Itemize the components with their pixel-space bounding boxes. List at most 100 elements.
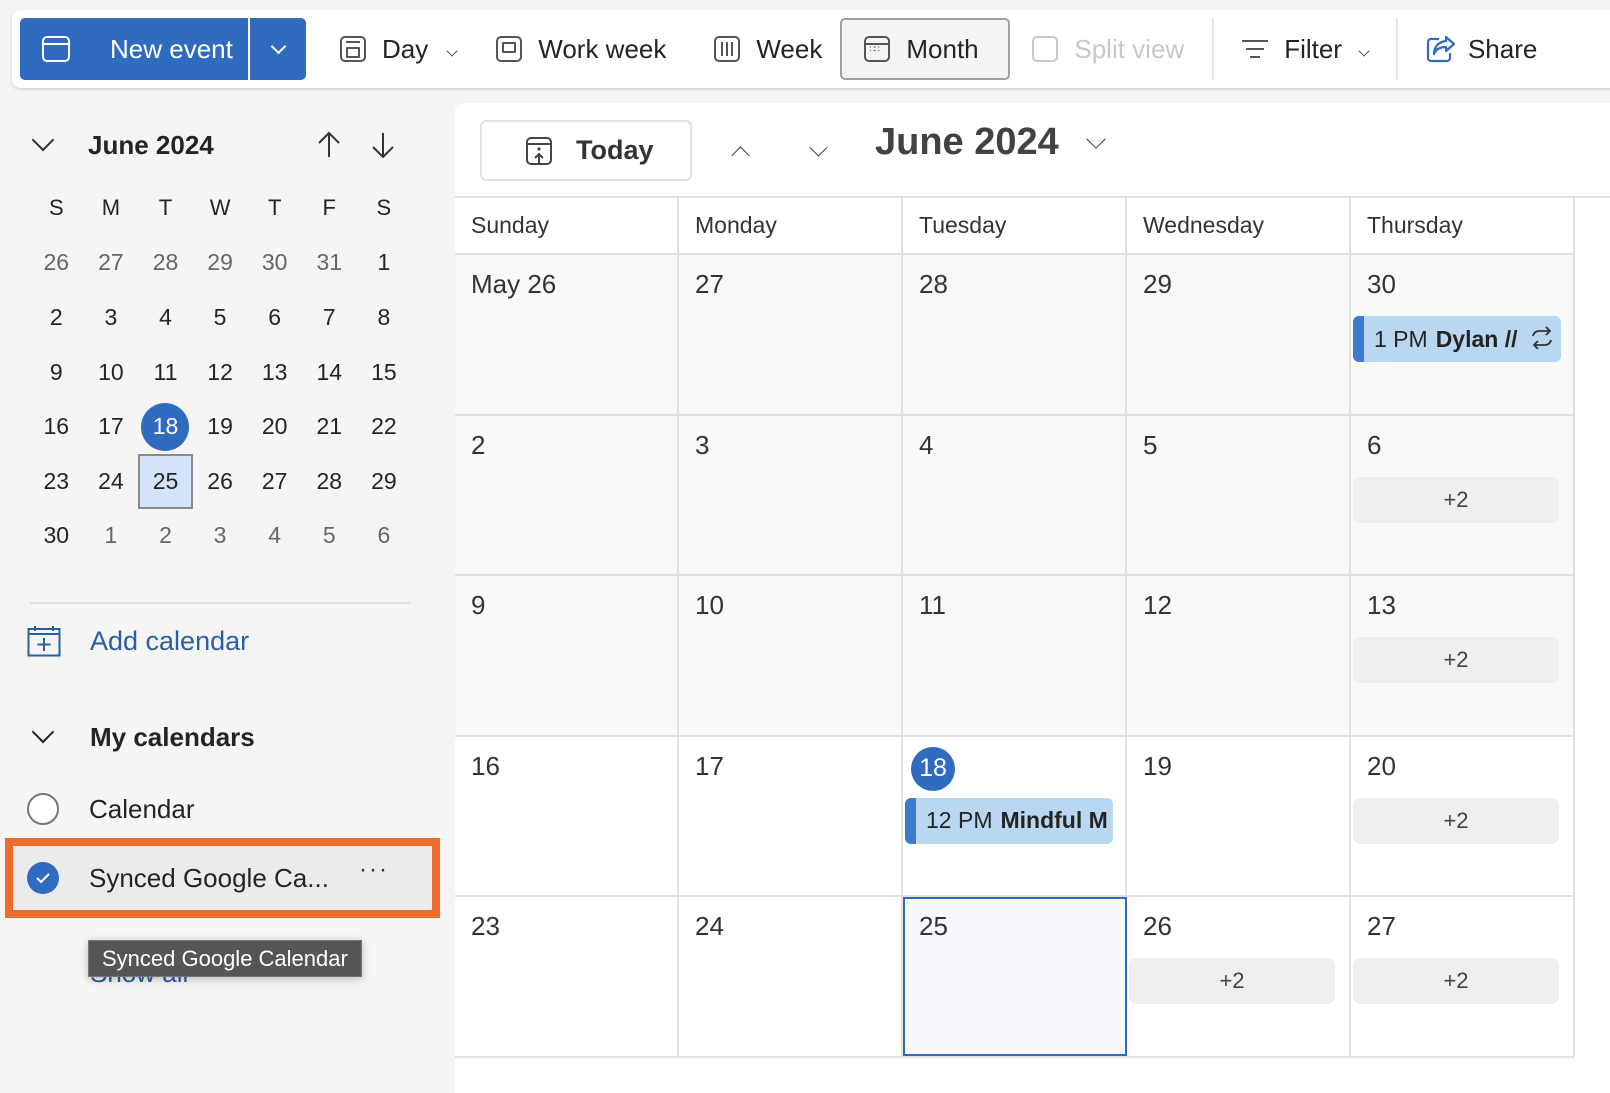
day-cell[interactable]: 27 [679,255,903,414]
more-events-button[interactable]: +2 [1353,476,1559,523]
mini-calendar-day[interactable]: 6 [357,509,412,564]
mini-calendar-collapse-button[interactable] [28,128,58,152]
day-cell[interactable]: 9 [455,576,679,735]
day-cell[interactable]: 6 +2 [1351,415,1575,575]
day-cell[interactable]: 3 [679,415,903,575]
mini-calendar-today[interactable]: 18 [138,399,193,454]
previous-month-button[interactable] [720,133,760,169]
month-view-button[interactable]: Month [840,18,1011,80]
next-month-button[interactable] [368,129,398,161]
day-cell[interactable]: 19 [1127,736,1351,896]
mini-calendar-day[interactable]: 26 [193,454,248,509]
today-button[interactable]: Today [480,120,692,181]
day-cell[interactable]: 28 [903,255,1127,414]
new-event-button[interactable]: New event [20,18,248,80]
mini-calendar-day[interactable]: 4 [247,509,302,564]
day-cell[interactable]: May 26 [455,255,679,414]
mini-calendar-day[interactable]: 16 [29,399,84,454]
day-cell[interactable]: 26 +2 [1127,897,1351,1056]
mini-calendar-day[interactable]: 30 [29,509,84,564]
day-cell[interactable]: 30 1 PM Dylan // [1351,255,1575,414]
mini-calendar-day[interactable]: 19 [193,399,248,454]
next-month-button[interactable] [798,133,838,169]
previous-month-button[interactable] [314,129,344,161]
add-calendar-button[interactable]: Add calendar [27,620,249,662]
more-events-button[interactable]: +2 [1353,958,1559,1005]
mini-calendar-day[interactable]: 20 [247,399,302,454]
mini-calendar-day[interactable]: 27 [247,454,302,509]
day-cell[interactable]: 5 [1127,415,1351,575]
day-cell[interactable]: 13 +2 [1351,576,1575,735]
mini-calendar-day[interactable]: 12 [193,345,248,400]
week-view-button[interactable]: Week [702,18,834,80]
mini-calendar-day[interactable]: 10 [84,345,139,400]
more-events-button[interactable]: +2 [1353,637,1559,684]
calendar-checkbox-checked[interactable] [27,862,59,894]
filter-button[interactable]: Filter [1230,18,1380,80]
mini-calendar-day[interactable]: 6 [247,290,302,345]
mini-calendar-day[interactable]: 7 [302,290,357,345]
share-button[interactable]: Share [1414,18,1549,80]
mini-calendar-day[interactable]: 21 [302,399,357,454]
mini-calendar-day[interactable]: 27 [84,236,139,291]
split-view-button[interactable]: Split view [1020,18,1196,80]
mini-calendar-day[interactable]: 5 [302,509,357,564]
day-cell[interactable]: 20 +2 [1351,736,1575,896]
day-cell-selected[interactable]: 25 [903,897,1127,1056]
mini-calendar-day[interactable]: 11 [138,345,193,400]
mini-calendar-day[interactable]: 13 [247,345,302,400]
day-view-button[interactable]: Day [328,18,468,80]
day-cell[interactable]: 23 [455,897,679,1056]
day-cell[interactable]: 16 [455,736,679,896]
calendar-checkbox[interactable] [27,793,59,825]
day-cell[interactable]: 27 +2 [1351,897,1575,1056]
mini-calendar-day[interactable]: 29 [357,454,412,509]
mini-calendar-day[interactable]: 8 [357,290,412,345]
day-view-dropdown[interactable] [446,31,458,62]
day-cell[interactable]: 2 [455,415,679,575]
new-event-dropdown-button[interactable] [250,18,306,80]
mini-calendar-day[interactable]: 3 [193,509,248,564]
calendar-event[interactable]: 1 PM Dylan // [1353,316,1561,362]
mini-calendar-day[interactable]: 14 [302,345,357,400]
mini-calendar-day[interactable]: 30 [247,236,302,291]
mini-calendar-day[interactable]: 31 [302,236,357,291]
day-cell[interactable]: 29 [1127,255,1351,414]
mini-calendar-day[interactable]: 1 [84,509,139,564]
mini-calendar-day[interactable]: 17 [84,399,139,454]
my-calendars-toggle[interactable]: My calendars [28,716,255,758]
day-cell[interactable]: 4 [903,415,1127,575]
more-events-button[interactable]: +2 [1353,797,1559,844]
mini-calendar-day[interactable]: 26 [29,236,84,291]
mini-calendar-day[interactable]: 3 [84,290,139,345]
mini-calendar-day[interactable]: 15 [357,345,412,400]
mini-calendar-day[interactable]: 28 [138,236,193,291]
mini-calendar-day[interactable]: 22 [357,399,412,454]
mini-calendar-day[interactable]: 1 [357,236,412,291]
mini-calendar-day[interactable]: 5 [193,290,248,345]
day-cell[interactable]: 12 [1127,576,1351,735]
mini-calendar-day[interactable]: 2 [29,290,84,345]
day-cell[interactable]: 18 12 PM Mindful M [903,736,1127,896]
day-cell[interactable]: 11 [903,576,1127,735]
mini-calendar-day[interactable]: 28 [302,454,357,509]
day-cell[interactable]: 17 [679,736,903,896]
day-cell[interactable]: 24 [679,897,903,1056]
mini-calendar-day[interactable]: 23 [29,454,84,509]
mini-calendar-selected-day[interactable]: 25 [138,453,193,509]
mini-calendar-day[interactable]: 4 [138,290,193,345]
mini-calendar-day[interactable]: 24 [84,454,139,509]
mini-calendar-day[interactable]: 29 [193,236,248,291]
month-picker[interactable]: June 2024 [875,121,1106,164]
work-week-view-button[interactable]: Work week [484,18,678,80]
mini-calendar-day[interactable]: 9 [29,345,84,400]
more-options-button[interactable]: ··· [359,856,389,884]
day-number: 5 [1143,429,1158,460]
calendar-event[interactable]: 12 PM Mindful M [905,797,1113,844]
mini-calendar-day[interactable]: 2 [138,509,193,564]
day-cell[interactable]: 10 [679,576,903,735]
calendar-list-item-calendar[interactable]: Calendar [27,784,427,834]
weekday-label: M [101,195,121,221]
calendar-list-item-synced-google[interactable]: Synced Google Ca... ··· [13,846,432,910]
more-events-button[interactable]: +2 [1129,958,1335,1005]
